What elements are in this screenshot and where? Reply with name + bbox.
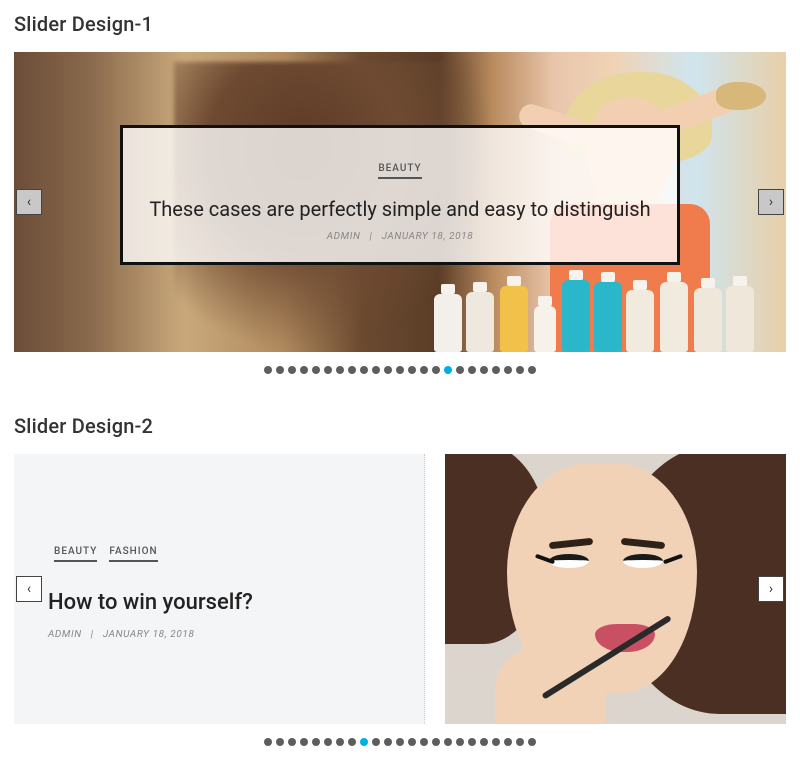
pagination-dot[interactable] xyxy=(276,366,284,374)
pagination-dot[interactable] xyxy=(504,366,512,374)
chevron-right-icon: › xyxy=(769,581,773,597)
date-link[interactable]: JANUARY 18, 2018 xyxy=(382,231,474,242)
slider2-image xyxy=(445,454,787,724)
pagination-dot[interactable] xyxy=(528,366,536,374)
category-link[interactable]: FASHION xyxy=(109,546,157,562)
pagination-dot[interactable] xyxy=(300,738,308,746)
pagination-dot[interactable] xyxy=(300,366,308,374)
slide-title-link[interactable]: These cases are perfectly simple and eas… xyxy=(147,197,653,221)
pagination-dot[interactable] xyxy=(312,738,320,746)
slider2-next-button[interactable]: › xyxy=(758,576,784,602)
pagination-dot[interactable] xyxy=(456,366,464,374)
pagination-dot[interactable] xyxy=(408,366,416,374)
slider1-slide: BEAUTY These cases are perfectly simple … xyxy=(14,52,786,352)
pagination-dot[interactable] xyxy=(432,738,440,746)
category-link[interactable]: BEAUTY xyxy=(378,163,421,179)
category-link[interactable]: BEAUTY xyxy=(54,546,97,562)
pagination-dot[interactable] xyxy=(384,366,392,374)
chevron-left-icon: ‹ xyxy=(27,194,31,210)
pagination-dot[interactable] xyxy=(276,738,284,746)
slider2-slide: BEAUTY FASHION How to win yourself? ADMIN… xyxy=(14,454,786,724)
pagination-dot[interactable] xyxy=(396,738,404,746)
chevron-right-icon: › xyxy=(769,194,773,210)
pagination-dot[interactable] xyxy=(432,366,440,374)
pagination-dot[interactable] xyxy=(336,738,344,746)
pagination-dot[interactable] xyxy=(504,738,512,746)
pagination-dot[interactable] xyxy=(408,738,416,746)
date-link[interactable]: JANUARY 18, 2018 xyxy=(103,629,195,640)
pagination-dot[interactable] xyxy=(480,366,488,374)
pagination-dot[interactable] xyxy=(492,738,500,746)
pagination-dot[interactable] xyxy=(492,366,500,374)
slider1-prev-button[interactable]: ‹ xyxy=(16,189,42,215)
pagination-dot[interactable] xyxy=(324,738,332,746)
pagination-dot[interactable] xyxy=(372,366,380,374)
meta-separator: | xyxy=(91,629,94,640)
pagination-dot[interactable] xyxy=(528,738,536,746)
pagination-dot[interactable] xyxy=(468,366,476,374)
section-heading-slider1: Slider Design-1 xyxy=(14,12,786,36)
pagination-dot[interactable] xyxy=(468,738,476,746)
pagination-dot[interactable] xyxy=(444,738,452,746)
pagination-dot[interactable] xyxy=(420,738,428,746)
pagination-dot[interactable] xyxy=(336,366,344,374)
pagination-dot[interactable] xyxy=(288,366,296,374)
pagination-dot[interactable] xyxy=(288,738,296,746)
meta-separator: | xyxy=(370,231,373,242)
pagination-dot[interactable] xyxy=(348,366,356,374)
pagination-dot[interactable] xyxy=(372,738,380,746)
slide-meta: ADMIN | JANUARY 18, 2018 xyxy=(147,231,653,242)
slide-title-link[interactable]: How to win yourself? xyxy=(48,590,390,615)
slider2-pagination xyxy=(14,738,786,746)
chevron-left-icon: ‹ xyxy=(27,581,31,597)
section-heading-slider2: Slider Design-2 xyxy=(14,414,786,438)
slider1-next-button[interactable]: › xyxy=(758,189,784,215)
pagination-dot[interactable] xyxy=(264,366,272,374)
pagination-dot[interactable] xyxy=(480,738,488,746)
pagination-dot[interactable] xyxy=(456,738,464,746)
slide-meta: ADMIN | JANUARY 18, 2018 xyxy=(48,629,390,640)
pagination-dot[interactable] xyxy=(360,366,368,374)
slider1-pagination xyxy=(14,366,786,374)
author-link[interactable]: ADMIN xyxy=(327,231,361,242)
slider2-categories: BEAUTY FASHION xyxy=(48,539,390,574)
pagination-dot[interactable] xyxy=(420,366,428,374)
pagination-dot[interactable] xyxy=(516,366,524,374)
pagination-dot[interactable] xyxy=(396,366,404,374)
pagination-dot[interactable] xyxy=(516,738,524,746)
pagination-dot[interactable] xyxy=(264,738,272,746)
pagination-dot[interactable] xyxy=(324,366,332,374)
slider2-prev-button[interactable]: ‹ xyxy=(16,576,42,602)
pagination-dot[interactable] xyxy=(384,738,392,746)
author-link[interactable]: ADMIN xyxy=(48,629,82,640)
pagination-dot[interactable] xyxy=(312,366,320,374)
slider2-text-panel: BEAUTY FASHION How to win yourself? ADMIN… xyxy=(14,454,425,724)
pagination-dot[interactable] xyxy=(360,738,368,746)
slider1-caption-panel: BEAUTY These cases are perfectly simple … xyxy=(120,125,680,265)
pagination-dot[interactable] xyxy=(444,366,452,374)
pagination-dot[interactable] xyxy=(348,738,356,746)
